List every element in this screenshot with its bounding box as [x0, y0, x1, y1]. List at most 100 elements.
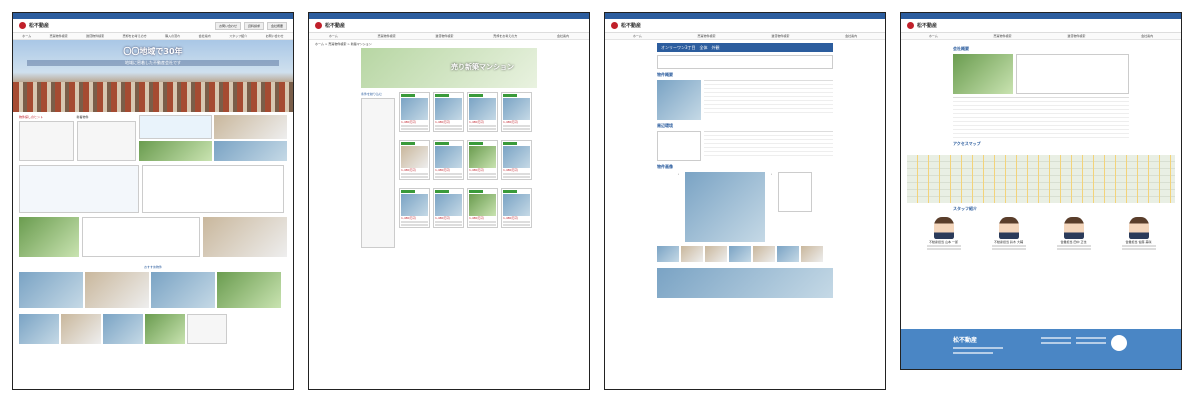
gallery-thumb[interactable]: [705, 246, 727, 262]
gallery-thumb[interactable]: [657, 246, 679, 262]
nav-company[interactable]: 会社案内: [845, 34, 857, 38]
nav-sell[interactable]: 売却をお考えの方: [493, 34, 517, 38]
banner-title: 売り新築マンション: [451, 63, 514, 71]
logo-text: 松不動産: [325, 23, 346, 29]
access-map[interactable]: [907, 155, 1175, 203]
nav-flow[interactable]: 購入の流れ: [165, 34, 180, 38]
header-button-about[interactable]: 会社概要: [266, 21, 287, 30]
staff-group-photo: [85, 272, 149, 308]
listing-card[interactable]: 1,480万円: [467, 140, 498, 180]
gallery-thumb[interactable]: [801, 246, 823, 262]
breadcrumb: ホーム > 売買物件検索 > 新築マンション: [315, 42, 372, 46]
logo-mark-icon: [315, 22, 322, 29]
promo-banner[interactable]: [139, 115, 212, 139]
nav-buy[interactable]: 売買物件検索: [994, 34, 1012, 38]
nav-company[interactable]: 会社案内: [199, 34, 211, 38]
section-heading: 物件画像: [657, 164, 673, 169]
site-header: 松不動産: [901, 19, 1181, 33]
gallery-thumb[interactable]: [753, 246, 775, 262]
listing-card[interactable]: 1,480万円: [433, 188, 464, 228]
header-button-contact[interactable]: お問い合わせ: [214, 21, 241, 30]
hero-title: 〇〇地域で30年: [123, 47, 183, 56]
nav-buy[interactable]: 売買物件検索: [50, 34, 68, 38]
staff-card[interactable]: 不動産担当 鈴木 大輔: [991, 217, 1026, 250]
listing-card[interactable]: 1,480万円: [501, 140, 532, 180]
nav-company[interactable]: 会社案内: [1141, 34, 1153, 38]
site-footer: 松不動産: [901, 329, 1181, 369]
guide-box-2[interactable]: [142, 165, 284, 213]
hero-subtitle: 地域に密着した不動産会社です: [27, 60, 279, 66]
listing-thumb[interactable]: [187, 314, 227, 344]
property-photo[interactable]: [657, 80, 701, 120]
listing-card[interactable]: 1,480万円: [399, 92, 430, 132]
listing-card[interactable]: 1,480万円: [501, 92, 532, 132]
site-logo[interactable]: 松不動産: [19, 22, 49, 29]
header-button-docs[interactable]: 資料請求: [243, 21, 264, 30]
nav-sell[interactable]: 売却をお考えの方: [123, 34, 147, 38]
floorplan-image: [778, 172, 813, 212]
family-image: [214, 141, 287, 161]
logo-text: 松不動産: [29, 23, 50, 29]
nav-staff[interactable]: スタッフ紹介: [229, 34, 247, 38]
staff-card[interactable]: 不動産担当 山本 一郎: [926, 217, 961, 250]
prev-arrow-icon[interactable]: ‹: [678, 172, 679, 242]
interior-photo: [217, 272, 281, 308]
site-logo[interactable]: 松不動産: [315, 22, 345, 29]
nav-buy[interactable]: 売買物件検索: [698, 34, 716, 38]
listing-thumb[interactable]: [61, 314, 101, 344]
listing-thumb[interactable]: [19, 314, 59, 344]
section-heading: 新着物件: [76, 115, 89, 119]
logo-mark-icon: [19, 22, 26, 29]
nav-rent[interactable]: 賃貸物件検索: [86, 34, 104, 38]
staff-avatar: [933, 217, 954, 239]
spec-table: [704, 80, 833, 120]
nav-home[interactable]: ホーム: [929, 34, 938, 38]
nav-home[interactable]: ホーム: [329, 34, 338, 38]
section-heading: 周辺環境: [657, 123, 673, 128]
staff-card[interactable]: 営業担当 田中 正也: [1056, 217, 1091, 250]
room-photo: [19, 272, 83, 308]
nav-buy[interactable]: 売買物件検索: [378, 34, 396, 38]
nav-company[interactable]: 会社案内: [557, 34, 569, 38]
listing-card[interactable]: 1,480万円: [399, 140, 430, 180]
nav-rent[interactable]: 賃貸物件検索: [1067, 34, 1085, 38]
environment-table: [704, 131, 833, 161]
footer-text-line: [953, 352, 993, 354]
logo-mark-icon: [611, 22, 618, 29]
staff-avatar: [1063, 217, 1084, 239]
footer-link: [1041, 337, 1071, 339]
global-nav: ホーム 売買物件検索 賃貸物件検索 会社案内: [605, 33, 885, 40]
next-arrow-icon[interactable]: ›: [771, 172, 772, 242]
listing-card[interactable]: 1,480万円: [399, 188, 430, 228]
listing-thumb[interactable]: [103, 314, 143, 344]
footer-logo[interactable]: 松不動産: [953, 335, 977, 344]
guide-box[interactable]: [19, 165, 139, 213]
section-heading: アクセスマップ: [953, 141, 981, 146]
hint-box[interactable]: [19, 121, 74, 161]
site-logo[interactable]: 松不動産: [611, 22, 641, 29]
gallery-thumb[interactable]: [681, 246, 703, 262]
filter-sidebar: 条件を絞り込む: [361, 92, 395, 248]
listing-card[interactable]: 1,480万円: [467, 92, 498, 132]
qr-block: [657, 131, 701, 161]
gallery-thumb[interactable]: [777, 246, 799, 262]
site-header: 松不動産: [605, 19, 885, 33]
nav-rent[interactable]: 賃貸物件検索: [435, 34, 453, 38]
staff-card[interactable]: 営業担当 佐藤 美咲: [1121, 217, 1156, 250]
listing-card[interactable]: 1,480万円: [467, 188, 498, 228]
nav-home[interactable]: ホーム: [22, 34, 31, 38]
new-listing-box[interactable]: [76, 121, 136, 161]
nav-contact[interactable]: お問い合わせ: [266, 34, 284, 38]
listing-card[interactable]: 1,480万円: [433, 140, 464, 180]
gallery-thumb[interactable]: [729, 246, 751, 262]
listing-thumb[interactable]: [145, 314, 185, 344]
section-heading: 会社概要: [953, 46, 969, 51]
section-heading: 物件探しのヒント: [19, 115, 44, 119]
listing-card[interactable]: 1,480万円: [501, 188, 532, 228]
nav-rent[interactable]: 賃貸物件検索: [771, 34, 789, 38]
nav-home[interactable]: ホーム: [633, 34, 642, 38]
filter-panel[interactable]: [361, 98, 395, 248]
listing-card[interactable]: 1,480万円: [433, 92, 464, 132]
site-logo[interactable]: 松不動産: [907, 22, 937, 29]
office-photo: [203, 217, 287, 257]
